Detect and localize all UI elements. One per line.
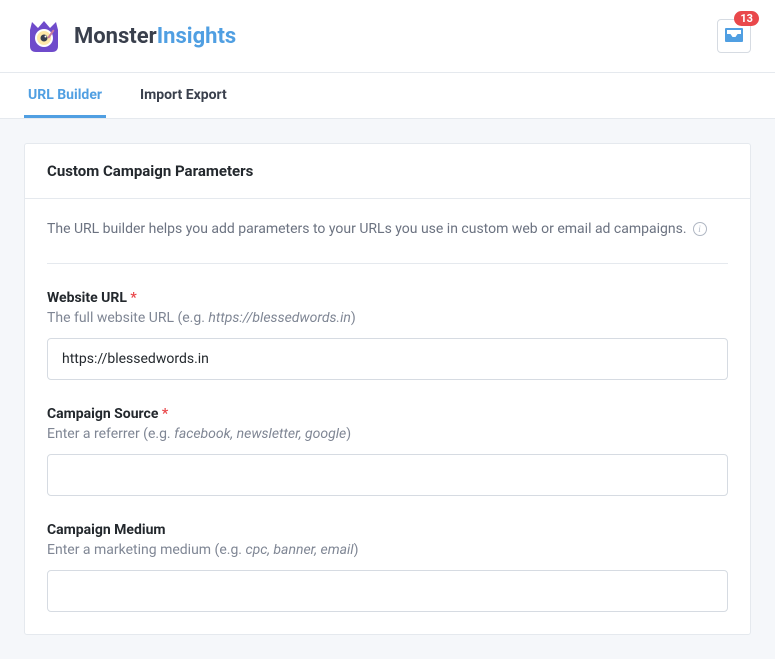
brand-word-b: Insights	[157, 24, 237, 49]
campaign-medium-label: Campaign Medium	[47, 522, 728, 538]
info-icon[interactable]: i	[693, 222, 707, 236]
monster-icon	[24, 16, 64, 56]
panel-title: Custom Campaign Parameters	[25, 144, 750, 199]
help-post: )	[351, 310, 356, 326]
help-pre: Enter a marketing medium (e.g.	[47, 542, 245, 558]
help-em: https://blessedwords.in	[208, 310, 351, 326]
website-url-help: The full website URL (e.g. https://bless…	[47, 310, 728, 326]
help-post: )	[354, 542, 359, 558]
label-text: Campaign Source	[47, 406, 158, 422]
field-website-url: Website URL * The full website URL (e.g.…	[47, 290, 728, 380]
required-marker: *	[162, 406, 168, 422]
campaign-source-label: Campaign Source *	[47, 406, 728, 422]
tab-import-export[interactable]: Import Export	[136, 73, 231, 118]
intro-text: The URL builder helps you add parameters…	[47, 221, 687, 237]
notifications-wrap: 13	[717, 19, 751, 53]
campaign-medium-input[interactable]	[47, 570, 728, 612]
notifications-count: 13	[734, 11, 759, 26]
field-campaign-source: Campaign Source * Enter a referrer (e.g.…	[47, 406, 728, 496]
inbox-icon	[725, 27, 743, 46]
label-text: Campaign Medium	[47, 522, 166, 538]
required-marker: *	[130, 290, 136, 306]
website-url-input[interactable]	[47, 338, 728, 380]
campaign-medium-help: Enter a marketing medium (e.g. cpc, bann…	[47, 542, 728, 558]
brand-logo: MonsterInsights	[24, 16, 236, 56]
campaign-source-help: Enter a referrer (e.g. facebook, newslet…	[47, 426, 728, 442]
campaign-source-input[interactable]	[47, 454, 728, 496]
tab-url-builder[interactable]: URL Builder	[24, 73, 106, 118]
page-content: Custom Campaign Parameters The URL build…	[0, 119, 775, 659]
website-url-label: Website URL *	[47, 290, 728, 306]
help-em: cpc, banner, email	[245, 542, 353, 558]
help-pre: The full website URL (e.g.	[47, 310, 208, 326]
campaign-panel: Custom Campaign Parameters The URL build…	[24, 143, 751, 635]
help-post: )	[346, 426, 351, 442]
page-tabs: URL Builder Import Export	[0, 73, 775, 119]
app-header: MonsterInsights 13	[0, 0, 775, 73]
field-campaign-medium: Campaign Medium Enter a marketing medium…	[47, 522, 728, 612]
panel-body: The URL builder helps you add parameters…	[25, 199, 750, 634]
help-pre: Enter a referrer (e.g.	[47, 426, 174, 442]
brand-word-a: Monster	[74, 24, 157, 49]
help-em: facebook, newsletter, google	[174, 426, 346, 442]
brand-text: MonsterInsights	[74, 24, 236, 49]
label-text: Website URL	[47, 290, 127, 306]
panel-intro: The URL builder helps you add parameters…	[47, 221, 728, 264]
